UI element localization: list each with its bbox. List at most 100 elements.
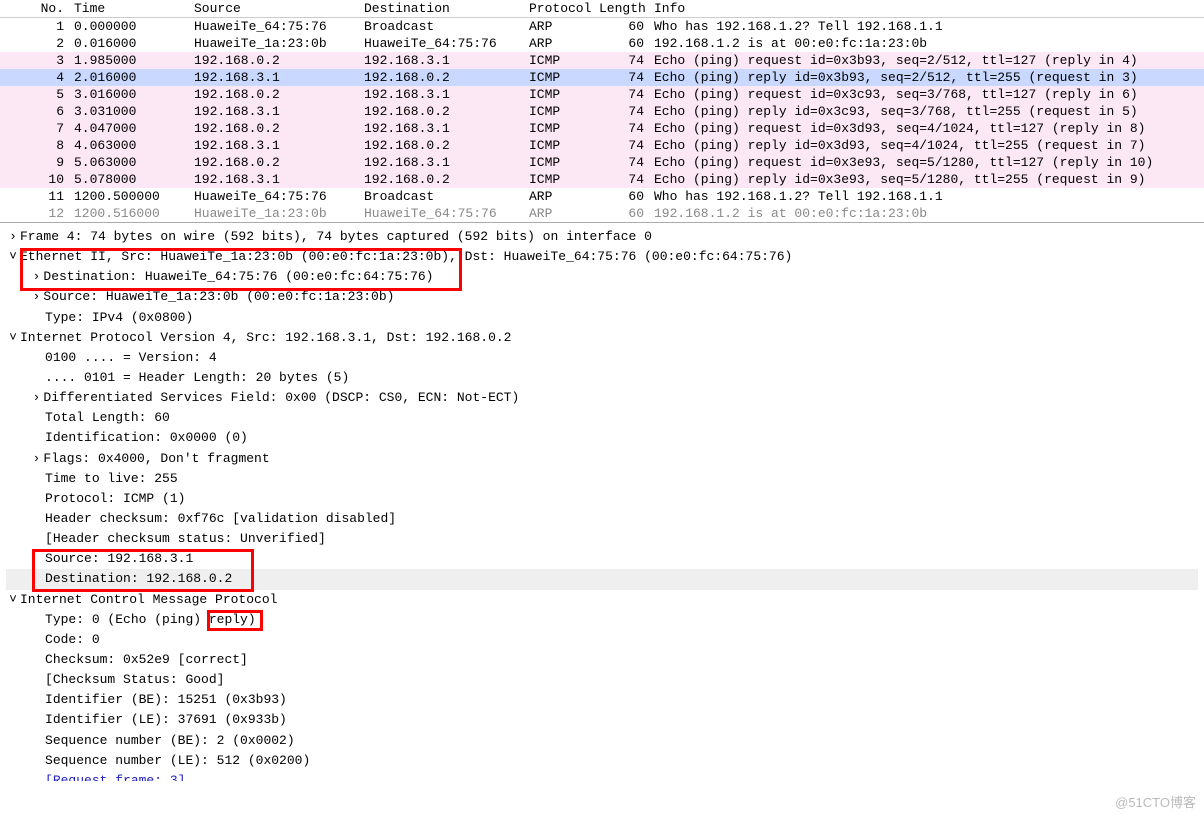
eth-src-line: Source: HuaweiTe_1a:23:0b (00:e0:fc:1a:2… bbox=[43, 289, 394, 304]
chevron-right-icon[interactable]: › bbox=[29, 449, 43, 469]
packet-row[interactable]: 20.016000HuaweiTe_1a:23:0bHuaweiTe_64:75… bbox=[0, 35, 1204, 52]
tree-ip-dscp[interactable]: ›Differentiated Services Field: 0x00 (DS… bbox=[6, 388, 1198, 408]
icmp-seqbe-line: Sequence number (BE): 2 (0x0002) bbox=[45, 733, 295, 748]
tree-ip-ttl[interactable]: Time to live: 255 bbox=[6, 469, 1198, 489]
icmp-reqframe-line: [Request frame: 3] bbox=[45, 773, 185, 781]
ip-src-line: Source: 192.168.3.1 bbox=[45, 551, 193, 566]
packet-no: 2 bbox=[0, 35, 70, 52]
tree-ip-hlen[interactable]: .... 0101 = Header Length: 20 bytes (5) bbox=[6, 368, 1198, 388]
tree-icmp-idle[interactable]: Identifier (LE): 37691 (0x933b) bbox=[6, 710, 1198, 730]
header-info[interactable]: Info bbox=[650, 0, 1204, 17]
tree-icmp-code[interactable]: Code: 0 bbox=[6, 630, 1198, 650]
packet-row[interactable]: 42.016000192.168.3.1192.168.0.2ICMP74Ech… bbox=[0, 69, 1204, 86]
packet-row[interactable]: 10.000000HuaweiTe_64:75:76BroadcastARP60… bbox=[0, 18, 1204, 35]
packet-info: Echo (ping) reply id=0x3e93, seq=5/1280,… bbox=[650, 171, 1204, 188]
tree-ip-dst[interactable]: Destination: 192.168.0.2 bbox=[6, 569, 1198, 589]
header-no[interactable]: No. bbox=[0, 0, 70, 17]
tree-ip[interactable]: ˅Internet Protocol Version 4, Src: 192.1… bbox=[6, 328, 1198, 348]
packet-protocol: ICMP bbox=[525, 120, 595, 137]
ip-cksum-line: Header checksum: 0xf76c [validation disa… bbox=[45, 511, 396, 526]
chevron-down-icon[interactable]: ˅ bbox=[6, 247, 20, 267]
packet-length: 60 bbox=[595, 205, 650, 222]
icmp-seqle-line: Sequence number (LE): 512 (0x0200) bbox=[45, 753, 310, 768]
tree-icmp-cksumst[interactable]: [Checksum Status: Good] bbox=[6, 670, 1198, 690]
packet-row[interactable]: 74.047000192.168.0.2192.168.3.1ICMP74Ech… bbox=[0, 120, 1204, 137]
ip-line: Internet Protocol Version 4, Src: 192.16… bbox=[20, 330, 511, 345]
packet-row[interactable]: 95.063000192.168.0.2192.168.3.1ICMP74Ech… bbox=[0, 154, 1204, 171]
chevron-right-icon[interactable]: › bbox=[29, 267, 43, 287]
tree-icmp-seqbe[interactable]: Sequence number (BE): 2 (0x0002) bbox=[6, 731, 1198, 751]
packet-details[interactable]: ›Frame 4: 74 bytes on wire (592 bits), 7… bbox=[0, 223, 1204, 815]
packet-protocol: ICMP bbox=[525, 137, 595, 154]
tree-ethernet[interactable]: ˅Ethernet II, Src: HuaweiTe_1a:23:0b (00… bbox=[6, 247, 1198, 267]
packet-row[interactable]: 63.031000192.168.3.1192.168.0.2ICMP74Ech… bbox=[0, 103, 1204, 120]
tree-ip-tlen[interactable]: Total Length: 60 bbox=[6, 408, 1198, 428]
header-time[interactable]: Time bbox=[70, 0, 190, 17]
tree-ip-ver[interactable]: 0100 .... = Version: 4 bbox=[6, 348, 1198, 368]
packet-time: 1200.516000 bbox=[70, 205, 190, 222]
packet-no: 1 bbox=[0, 18, 70, 35]
tree-ip-cksum[interactable]: Header checksum: 0xf76c [validation disa… bbox=[6, 509, 1198, 529]
ip-cksumst-line: [Header checksum status: Unverified] bbox=[45, 531, 326, 546]
ip-ver-line: 0100 .... = Version: 4 bbox=[45, 350, 217, 365]
packet-source: HuaweiTe_1a:23:0b bbox=[190, 205, 360, 222]
chevron-right-icon[interactable]: › bbox=[6, 227, 20, 247]
tree-ip-src[interactable]: Source: 192.168.3.1 bbox=[6, 549, 1198, 569]
chevron-down-icon[interactable]: ˅ bbox=[6, 590, 20, 610]
eth-dst-line: Destination: HuaweiTe_64:75:76 (00:e0:fc… bbox=[43, 269, 433, 284]
icmp-idle-line: Identifier (LE): 37691 (0x933b) bbox=[45, 712, 287, 727]
ip-tlen-line: Total Length: 60 bbox=[45, 410, 170, 425]
chevron-right-icon[interactable]: › bbox=[29, 287, 43, 307]
packet-time: 0.000000 bbox=[70, 18, 190, 35]
tree-icmp-cksum[interactable]: Checksum: 0x52e9 [correct] bbox=[6, 650, 1198, 670]
packet-destination: 192.168.3.1 bbox=[360, 52, 525, 69]
chevron-right-icon[interactable]: › bbox=[29, 388, 43, 408]
packet-info: Echo (ping) reply id=0x3d93, seq=4/1024,… bbox=[650, 137, 1204, 154]
tree-ip-proto[interactable]: Protocol: ICMP (1) bbox=[6, 489, 1198, 509]
packet-length: 60 bbox=[595, 18, 650, 35]
packet-row[interactable]: 53.016000192.168.0.2192.168.3.1ICMP74Ech… bbox=[0, 86, 1204, 103]
packet-list: No. Time Source Destination Protocol Len… bbox=[0, 0, 1204, 223]
packet-no: 6 bbox=[0, 103, 70, 120]
packet-length: 74 bbox=[595, 137, 650, 154]
packet-row[interactable]: 111200.500000HuaweiTe_64:75:76BroadcastA… bbox=[0, 188, 1204, 205]
tree-eth-src[interactable]: ›Source: HuaweiTe_1a:23:0b (00:e0:fc:1a:… bbox=[6, 287, 1198, 307]
frame-line: Frame 4: 74 bytes on wire (592 bits), 74… bbox=[20, 229, 652, 244]
tree-icmp-seqle[interactable]: Sequence number (LE): 512 (0x0200) bbox=[6, 751, 1198, 771]
header-source[interactable]: Source bbox=[190, 0, 360, 17]
tree-icmp-idbe[interactable]: Identifier (BE): 15251 (0x3b93) bbox=[6, 690, 1198, 710]
packet-source: HuaweiTe_1a:23:0b bbox=[190, 35, 360, 52]
icmp-cksum-line: Checksum: 0x52e9 [correct] bbox=[45, 652, 248, 667]
packet-no: 8 bbox=[0, 137, 70, 154]
tree-ip-id[interactable]: Identification: 0x0000 (0) bbox=[6, 428, 1198, 448]
tree-eth-dst[interactable]: ›Destination: HuaweiTe_64:75:76 (00:e0:f… bbox=[6, 267, 1198, 287]
packet-row[interactable]: 84.063000192.168.3.1192.168.0.2ICMP74Ech… bbox=[0, 137, 1204, 154]
packet-time: 1.985000 bbox=[70, 52, 190, 69]
header-protocol[interactable]: Protocol bbox=[525, 0, 595, 17]
packet-time: 4.063000 bbox=[70, 137, 190, 154]
packet-row[interactable]: 105.078000192.168.3.1192.168.0.2ICMP74Ec… bbox=[0, 171, 1204, 188]
packet-no: 12 bbox=[0, 205, 70, 222]
tree-icmp-reqframe[interactable]: [Request frame: 3] bbox=[6, 771, 1198, 781]
packet-info: 192.168.1.2 is at 00:e0:fc:1a:23:0b bbox=[650, 205, 1204, 222]
packet-row[interactable]: 31.985000192.168.0.2192.168.3.1ICMP74Ech… bbox=[0, 52, 1204, 69]
packet-time: 0.016000 bbox=[70, 35, 190, 52]
chevron-down-icon[interactable]: ˅ bbox=[6, 328, 20, 348]
tree-icmp[interactable]: ˅Internet Control Message Protocol bbox=[6, 590, 1198, 610]
tree-eth-type[interactable]: Type: IPv4 (0x0800) bbox=[6, 308, 1198, 328]
packet-destination: HuaweiTe_64:75:76 bbox=[360, 35, 525, 52]
header-destination[interactable]: Destination bbox=[360, 0, 525, 17]
tree-frame[interactable]: ›Frame 4: 74 bytes on wire (592 bits), 7… bbox=[6, 227, 1198, 247]
packet-row[interactable]: 121200.516000HuaweiTe_1a:23:0bHuaweiTe_6… bbox=[0, 205, 1204, 222]
packet-info: Echo (ping) request id=0x3e93, seq=5/128… bbox=[650, 154, 1204, 171]
tree-icmp-type[interactable]: Type: 0 (Echo (ping) reply) bbox=[6, 610, 1198, 630]
header-length[interactable]: Length bbox=[595, 0, 650, 17]
ip-hlen-line: .... 0101 = Header Length: 20 bytes (5) bbox=[45, 370, 349, 385]
ip-flags-line: Flags: 0x4000, Don't fragment bbox=[43, 451, 269, 466]
packet-source: HuaweiTe_64:75:76 bbox=[190, 188, 360, 205]
packet-no: 7 bbox=[0, 120, 70, 137]
packet-protocol: ICMP bbox=[525, 171, 595, 188]
tree-ip-cksumst[interactable]: [Header checksum status: Unverified] bbox=[6, 529, 1198, 549]
tree-ip-flags[interactable]: ›Flags: 0x4000, Don't fragment bbox=[6, 449, 1198, 469]
packet-destination: HuaweiTe_64:75:76 bbox=[360, 205, 525, 222]
